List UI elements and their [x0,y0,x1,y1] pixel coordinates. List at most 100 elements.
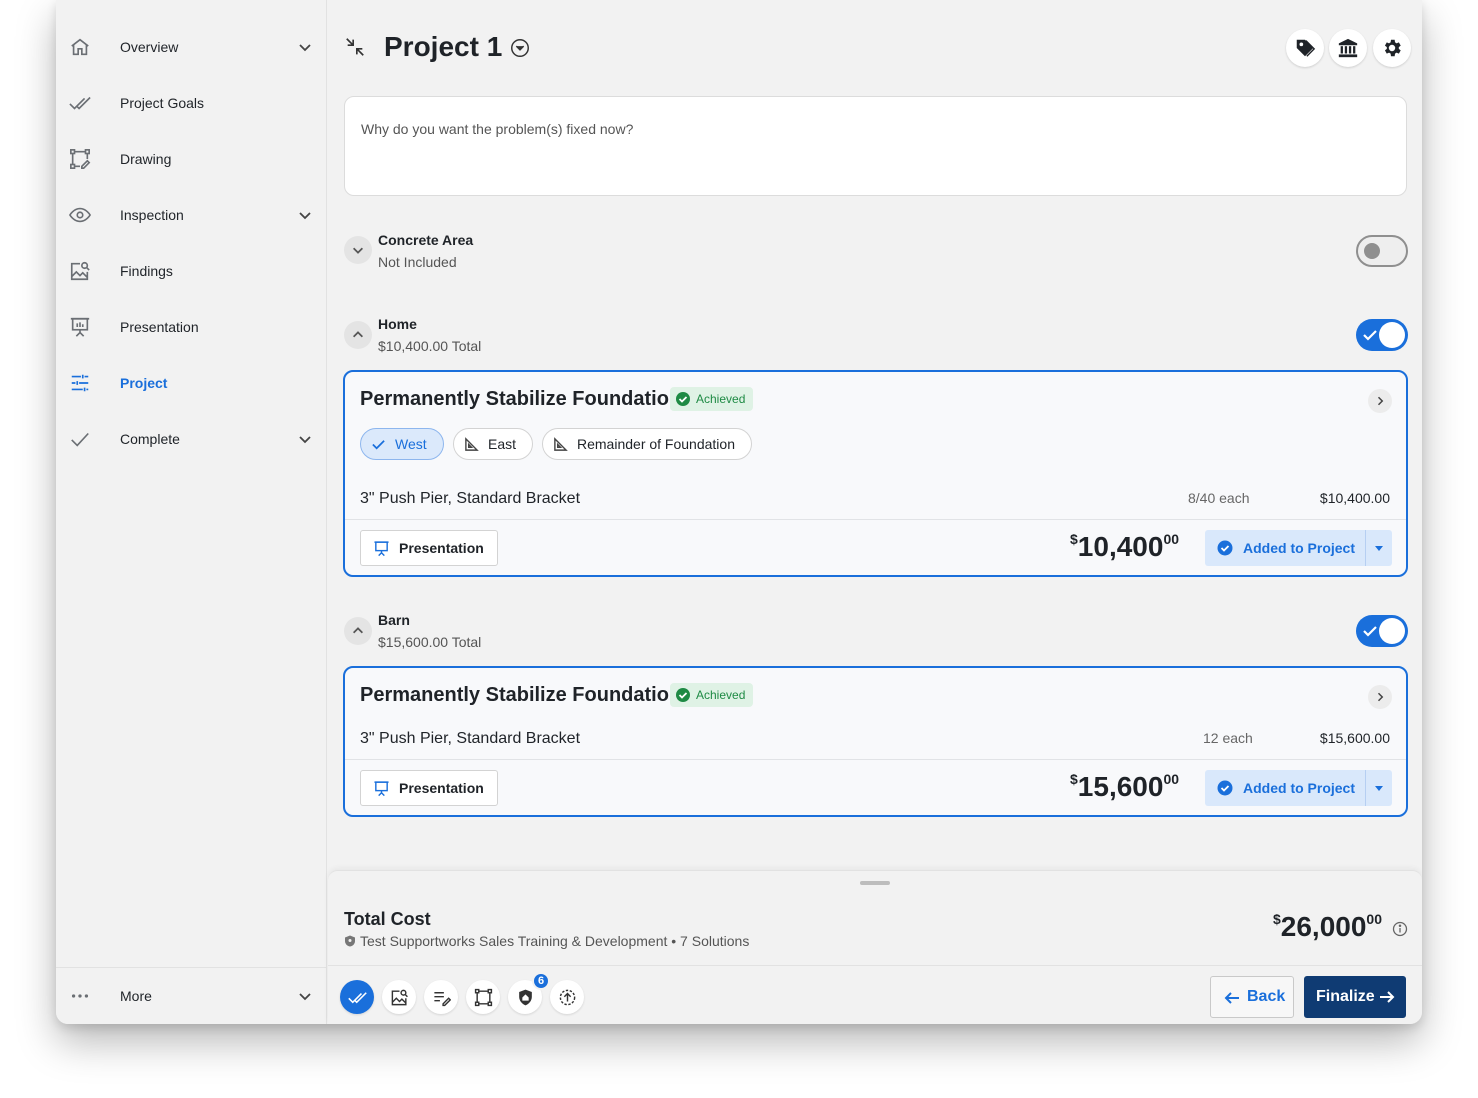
chevron-down-icon [353,247,363,254]
added-to-project-button[interactable]: Added to Project [1205,530,1392,566]
price-whole: 15,600 [1077,771,1164,802]
presentation-icon [374,781,389,797]
price-cents: 00 [1163,531,1180,547]
total-price: $26,00000 [1273,911,1382,943]
sidebar-item-inspection[interactable]: Inspection [56,187,327,243]
price-cents: 00 [1366,911,1382,927]
upload-tool-button[interactable] [550,980,584,1014]
arrow-left-icon [1224,992,1239,1004]
settings-button[interactable] [1373,29,1411,67]
sidebar-item-presentation[interactable]: Presentation [56,299,327,355]
added-to-project-button[interactable]: Added to Project [1205,770,1392,806]
check-circle-icon [1217,780,1233,796]
sidebar-item-findings[interactable]: Findings [56,243,327,299]
sidebar-item-drawing[interactable]: Drawing [56,131,327,187]
price-whole: 10,400 [1077,531,1164,562]
bottom-toolbar: 6 Back Finalize [328,965,1422,1024]
added-to-project-main[interactable]: Added to Project [1205,530,1365,566]
arrow-right-icon [1380,991,1395,1003]
collapse-arrows-icon[interactable] [344,36,366,58]
solution-card[interactable]: Permanently Stabilize Foundation Achieve… [343,370,1408,577]
expand-section-button[interactable] [344,236,372,264]
back-button[interactable]: Back [1210,976,1294,1018]
section-toggle-home[interactable] [1356,319,1408,351]
sidebar-footer: More [56,967,327,1024]
area-chip-east[interactable]: East [453,428,534,460]
toggle-knob [1379,618,1405,644]
status-badge: Achieved [670,387,754,411]
info-icon[interactable] [1392,921,1408,937]
price-tag-button[interactable] [1286,29,1324,67]
drag-handle[interactable] [860,881,890,885]
sidebar-item-label: Complete [120,431,180,447]
page-title: Project 1 [384,31,503,62]
line-item-quantity: 8/40 each [1188,490,1250,506]
presentation-button-label: Presentation [399,780,484,796]
open-solution-button[interactable] [1368,389,1392,413]
section-title: Home [378,316,417,332]
double-check-icon [347,991,367,1003]
solution-price: $10,40000 [1070,531,1179,563]
line-item-price: $10,400.00 [1319,490,1390,506]
presentation-button[interactable]: Presentation [360,530,498,566]
section-toggle-barn[interactable] [1356,615,1408,647]
financing-button[interactable] [1329,29,1367,67]
collapse-section-button[interactable] [344,321,372,349]
shield-icon [345,935,355,947]
status-badge: Achieved [670,683,754,707]
solution-card[interactable]: Permanently Stabilize Foundation Achieve… [343,666,1408,817]
chevron-down-icon [299,212,311,220]
sidebar-item-project[interactable]: Project [56,355,327,411]
sidebar-item-overview[interactable]: Overview [56,19,327,75]
currency-symbol: $ [1272,911,1281,927]
collapse-section-button[interactable] [344,617,372,645]
area-chip-label: Remainder of Foundation [577,436,735,452]
open-solution-button[interactable] [1368,685,1392,709]
price-cents: 00 [1163,771,1180,787]
goals-tool-button[interactable] [340,980,374,1014]
why-now-textarea[interactable] [345,97,1406,195]
chevron-down-circle-icon[interactable] [509,37,531,59]
drawing-icon [68,147,92,171]
sidebar-item-project-goals[interactable]: Project Goals [56,75,327,131]
more-dots-icon [68,984,92,1008]
status-badge-label: Achieved [696,392,746,406]
check-icon [68,427,92,451]
currency-symbol: $ [1070,531,1078,547]
chevron-down-icon [299,44,311,52]
section-subtitle: $10,400.00 Total [378,338,482,354]
divider [345,759,1406,760]
finalize-button[interactable]: Finalize [1304,976,1406,1018]
presentation-icon [374,541,389,557]
toggle-knob [1364,243,1380,259]
sidebar-item-complete[interactable]: Complete [56,411,327,467]
added-options-dropdown[interactable] [1366,770,1392,806]
why-now-field[interactable] [344,96,1407,196]
findings-tool-button[interactable] [382,980,416,1014]
notes-tool-button[interactable] [424,980,458,1014]
set-square-icon [554,437,568,451]
drawing-tool-button[interactable] [466,980,500,1014]
line-item-name: 3" Push Pier, Standard Bracket [360,730,581,747]
caret-down-icon [1375,786,1383,791]
section-toggle-concrete-area[interactable] [1356,235,1408,267]
sidebar-item-label: Project [120,375,168,391]
solution-title: Permanently Stabilize Foundation [360,684,682,706]
shield-icon [518,989,532,1005]
chevron-right-icon [1377,692,1384,702]
added-to-project-main[interactable]: Added to Project [1205,770,1365,806]
presentation-button[interactable]: Presentation [360,770,498,806]
area-chip-remainder[interactable]: Remainder of Foundation [542,428,752,460]
section-subtitle: Not Included [378,254,457,270]
area-chip-west[interactable]: West [360,428,444,460]
warranty-tool-button[interactable]: 6 [508,972,550,1014]
main-content: Project 1 Concrete Area Not Included Hom… [328,0,1422,870]
image-search-icon [68,259,92,283]
sidebar-item-more[interactable]: More [56,968,327,1024]
back-button-label: Back [1247,988,1286,1005]
status-badge-label: Achieved [696,688,746,702]
currency-symbol: $ [1070,771,1078,787]
added-options-dropdown[interactable] [1366,530,1392,566]
check-icon [1363,330,1377,341]
divider [345,519,1406,520]
